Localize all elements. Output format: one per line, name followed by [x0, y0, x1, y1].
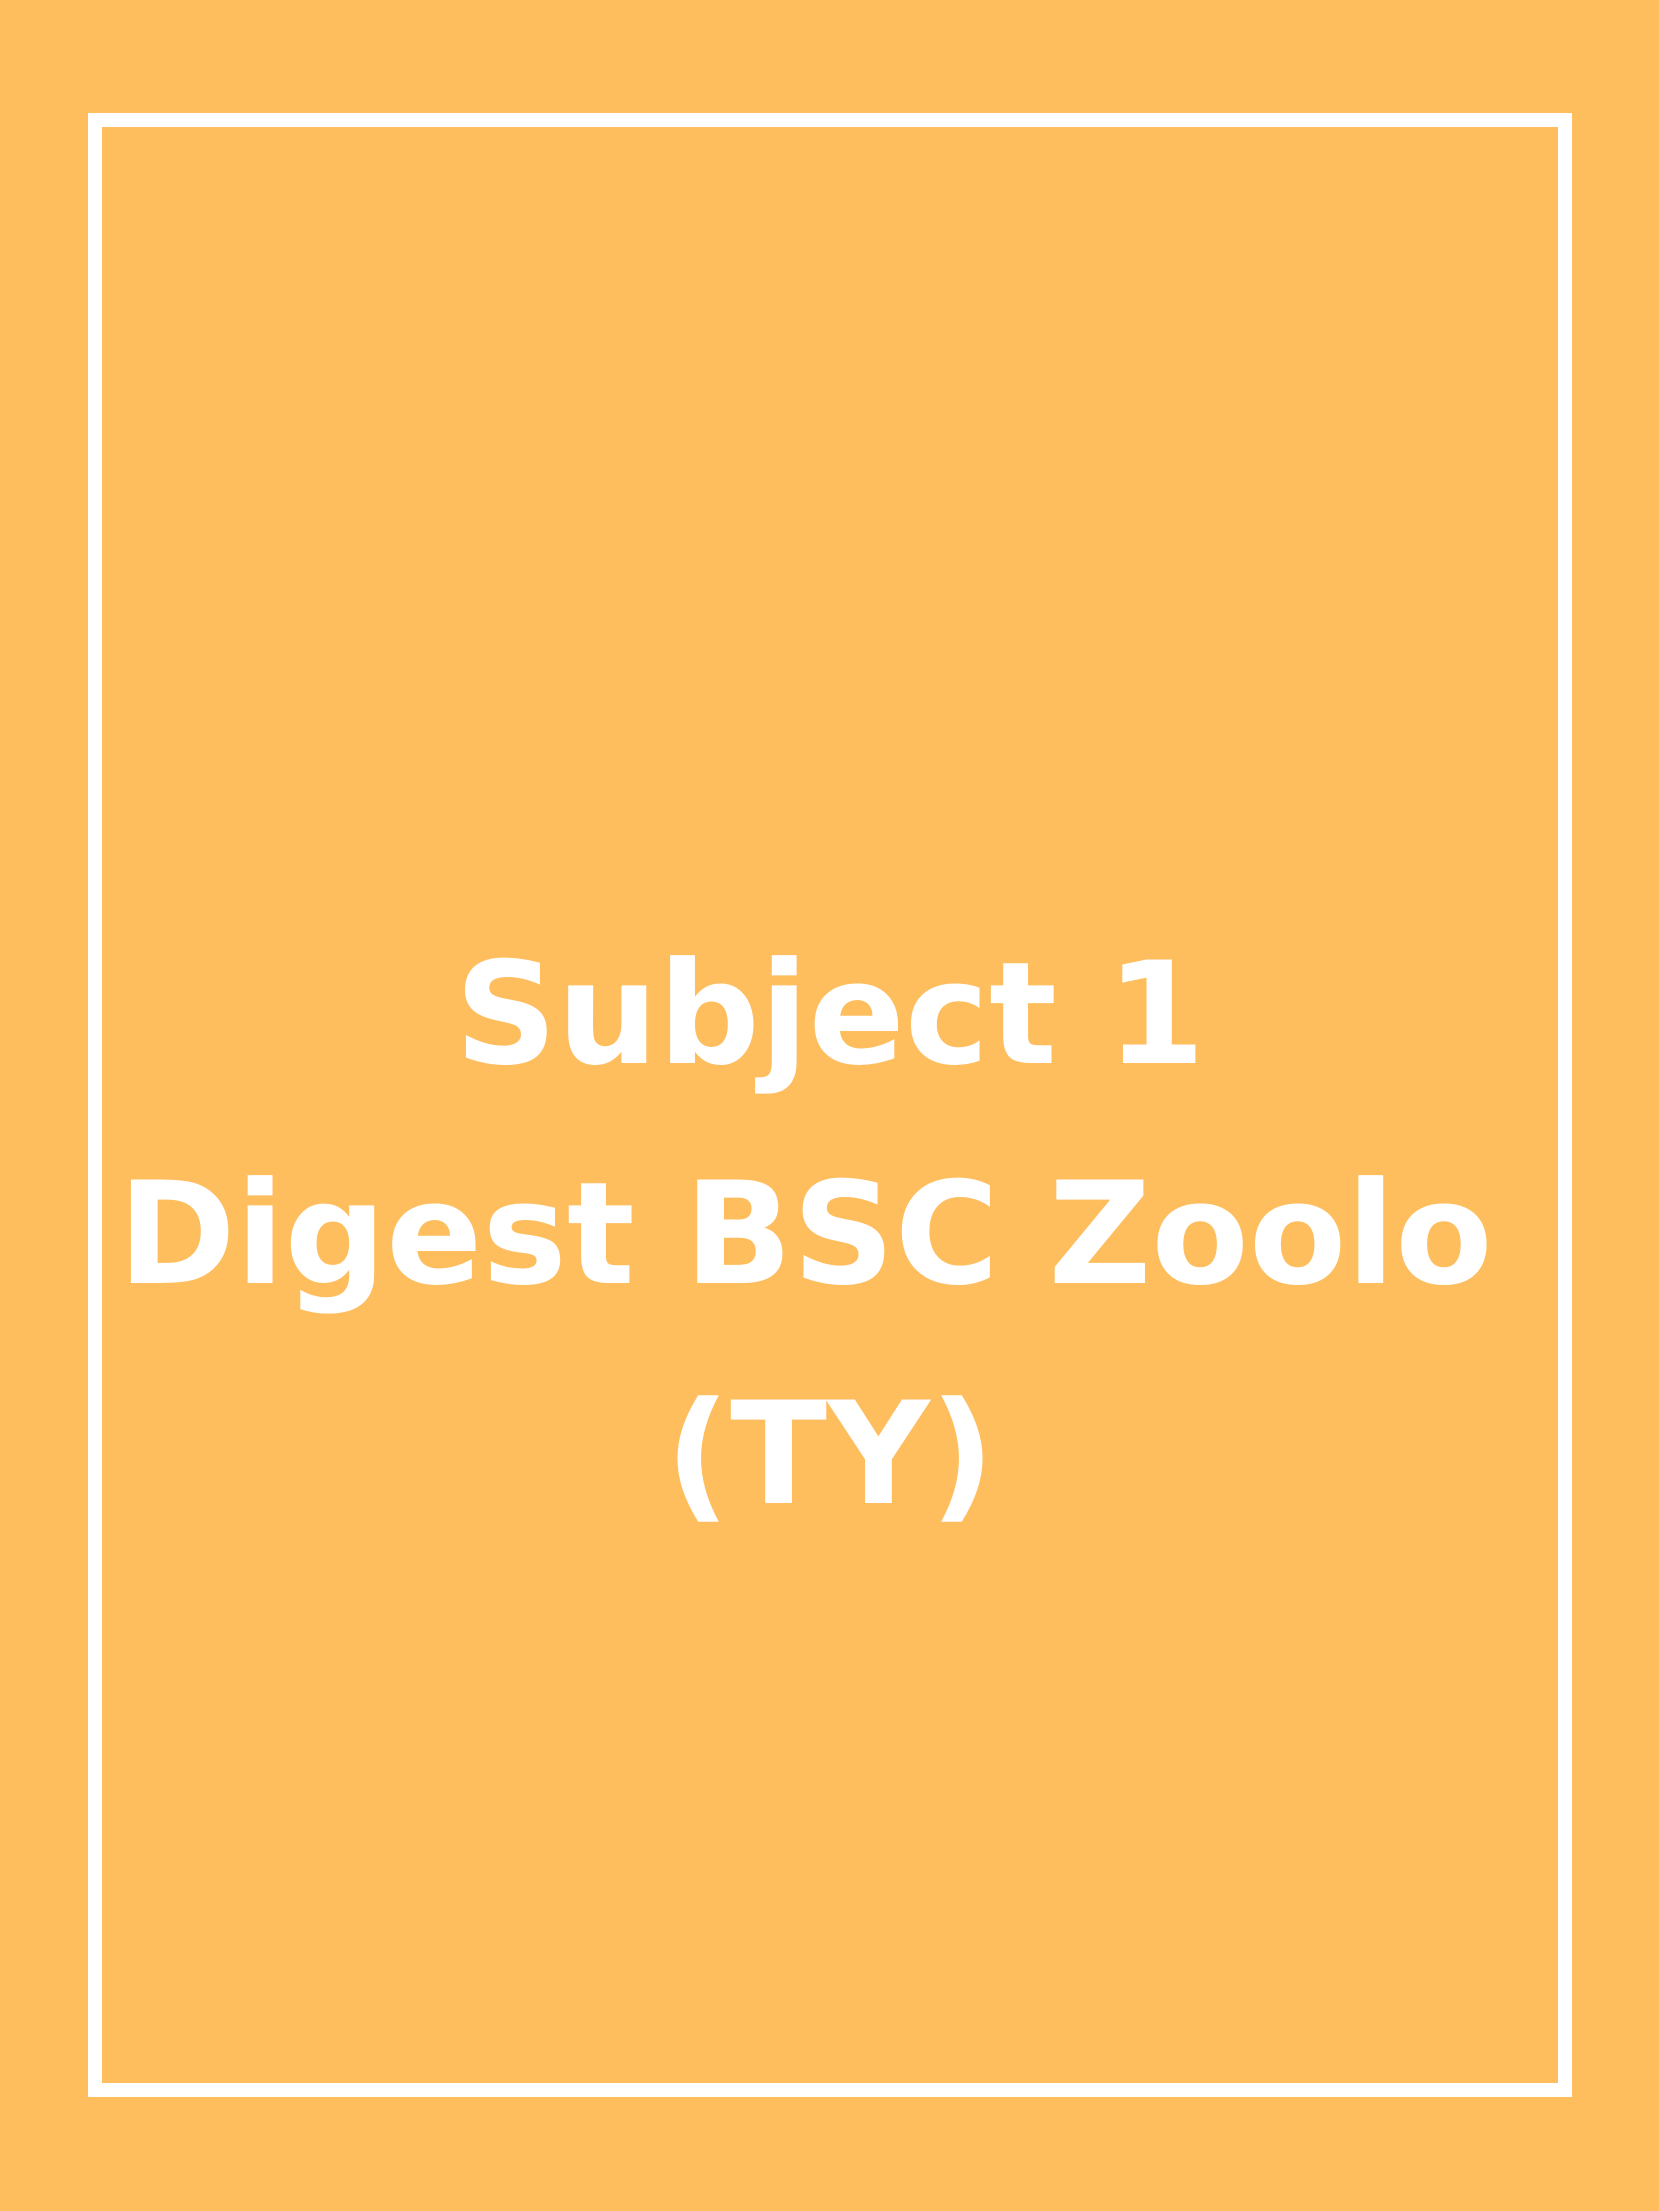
title-line-3: (TY) — [665, 1372, 995, 1537]
cover-title: Subject 1 Digest BSC Zoolo (TY) — [88, 905, 1572, 1565]
title-line-2: Digest BSC Zoolo — [117, 1152, 1543, 1317]
title-line-1: Subject 1 — [454, 932, 1206, 1097]
